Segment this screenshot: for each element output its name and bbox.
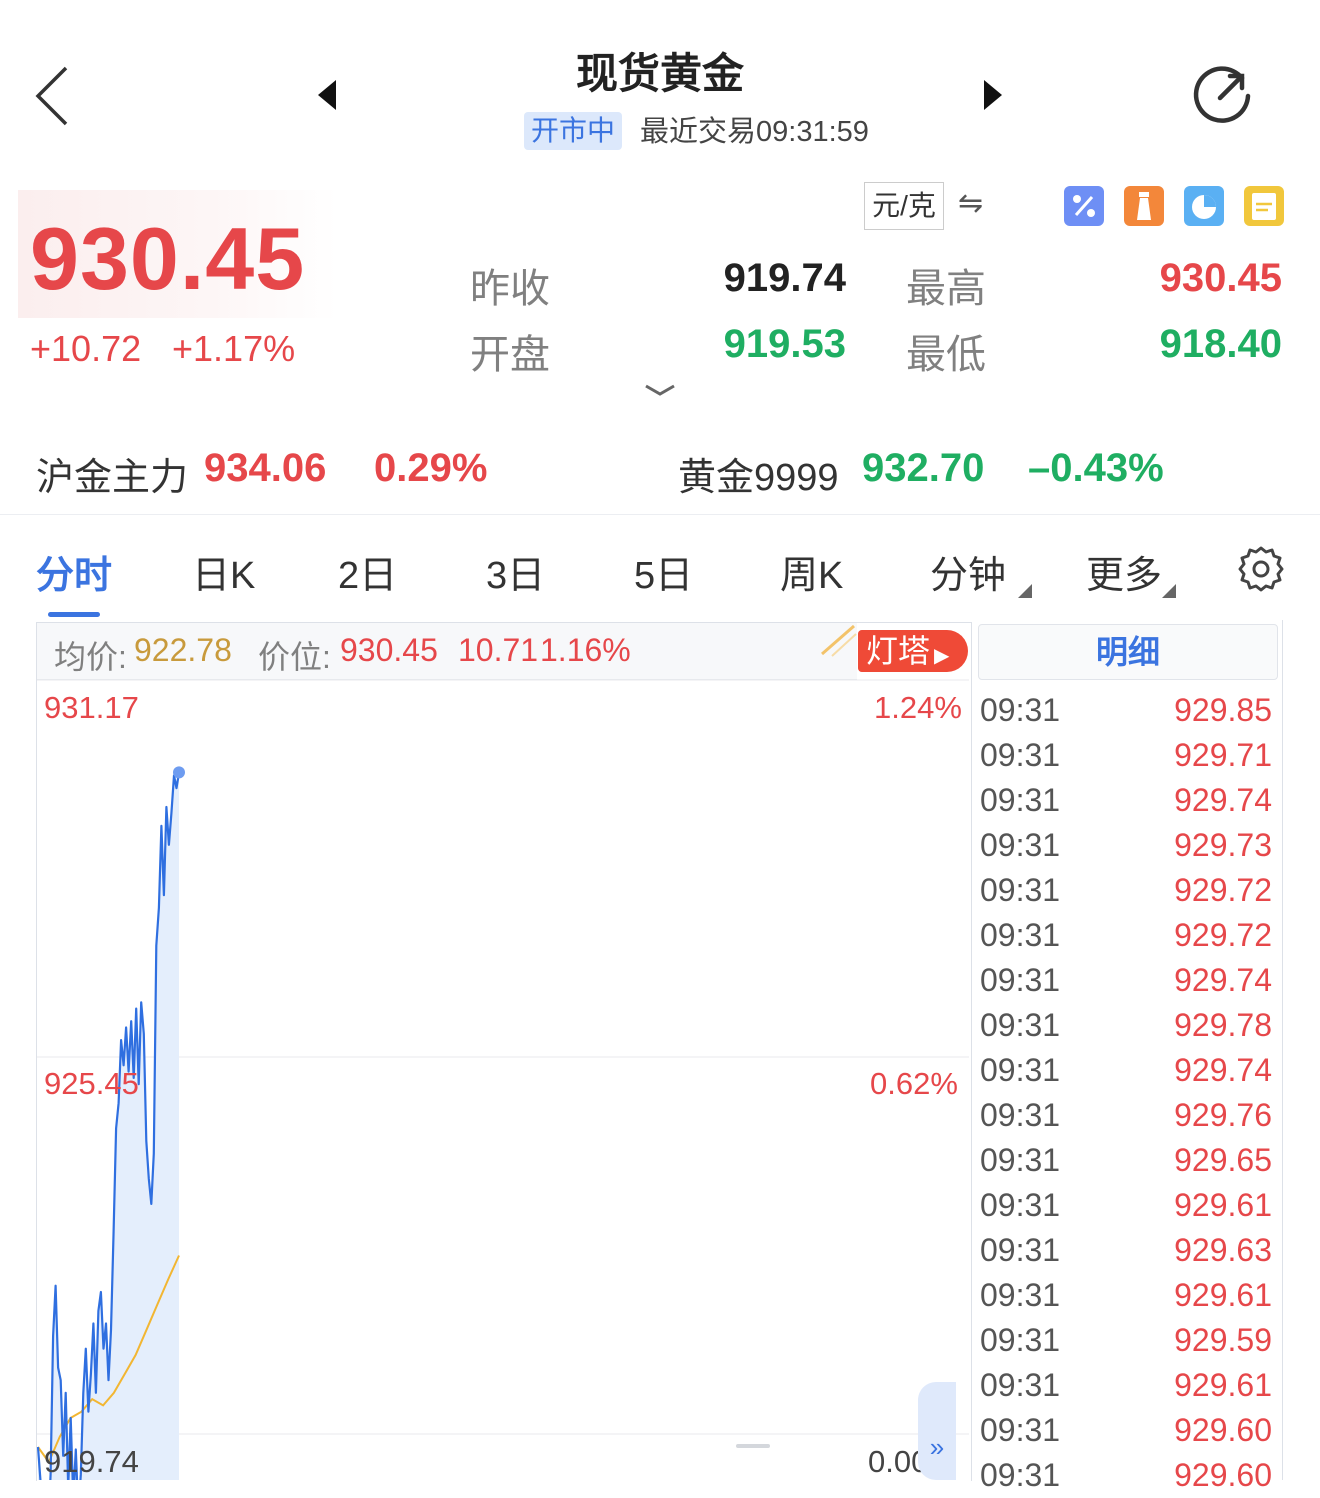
tick-price: 929.72	[1174, 917, 1272, 953]
tick-time: 09:31	[980, 782, 1061, 818]
list-item: 09:31 929.61	[980, 1183, 1272, 1228]
tick-price: 929.78	[1174, 1007, 1272, 1043]
tab-detail[interactable]: 明细	[978, 624, 1278, 680]
tick-time: 09:31	[980, 1097, 1061, 1133]
y-axis-mid-label: 925.45	[44, 1066, 139, 1101]
tick-time: 09:31	[980, 737, 1061, 773]
tick-price: 929.73	[1174, 827, 1272, 863]
tick-price: 929.85	[1174, 692, 1272, 728]
tick-price: 929.61	[1174, 1187, 1272, 1223]
tick-time: 09:31	[980, 1007, 1061, 1043]
tick-price: 929.72	[1174, 872, 1272, 908]
tick-time: 09:31	[980, 1412, 1061, 1448]
latest-price-point	[173, 766, 185, 779]
tick-price: 929.60	[1174, 1457, 1272, 1493]
tick-price: 929.60	[1174, 1412, 1272, 1448]
tick-time: 09:31	[980, 1367, 1061, 1403]
list-item: 09:31 929.73	[980, 823, 1272, 868]
tick-price: 929.71	[1174, 737, 1272, 773]
list-item: 09:31 929.71	[980, 733, 1272, 778]
list-item: 09:31 929.65	[980, 1138, 1272, 1183]
collapse-panel-button[interactable]: »	[918, 1382, 956, 1480]
list-item: 09:31 929.61	[980, 1363, 1272, 1408]
list-item: 09:31 929.74	[980, 778, 1272, 823]
list-item: 09:31 929.85	[980, 688, 1272, 733]
list-item: 09:31 929.72	[980, 913, 1272, 958]
tick-price: 929.74	[1174, 1052, 1272, 1088]
y-axis-top-label: 931.17	[44, 690, 139, 725]
tick-time: 09:31	[980, 1457, 1061, 1493]
chart-scroll-indicator[interactable]	[736, 1444, 770, 1448]
tick-time: 09:31	[980, 692, 1061, 728]
list-item: 09:31 929.61	[980, 1273, 1272, 1318]
tick-time: 09:31	[980, 827, 1061, 863]
tick-price: 929.61	[1174, 1277, 1272, 1313]
list-item: 09:31 929.74	[980, 1048, 1272, 1093]
tick-price: 929.61	[1174, 1367, 1272, 1403]
y-axis-bottom-label: 919.74	[44, 1444, 139, 1479]
list-item: 09:31 929.76	[980, 1093, 1272, 1138]
list-item: 09:31 929.63	[980, 1228, 1272, 1273]
tick-time: 09:31	[980, 1277, 1061, 1313]
tick-price: 929.63	[1174, 1232, 1272, 1268]
list-item: 09:31 929.78	[980, 1003, 1272, 1048]
pct-axis-mid-label: 0.62%	[870, 1066, 958, 1101]
tick-time: 09:31	[980, 1052, 1061, 1088]
pct-axis-top-label: 1.24%	[874, 690, 962, 725]
list-item: 09:31 929.72	[980, 868, 1272, 913]
list-item: 09:31 929.74	[980, 958, 1272, 1003]
list-item: 09:31 929.60	[980, 1408, 1272, 1453]
tick-price: 929.76	[1174, 1097, 1272, 1133]
list-item: 09:31 929.59	[980, 1318, 1272, 1363]
tick-time: 09:31	[980, 1322, 1061, 1358]
tick-time: 09:31	[980, 872, 1061, 908]
tick-price: 929.59	[1174, 1322, 1272, 1358]
list-item: 09:31 929.60	[980, 1453, 1272, 1498]
tick-time: 09:31	[980, 1232, 1061, 1268]
tick-time: 09:31	[980, 1187, 1061, 1223]
tick-price: 929.74	[1174, 782, 1272, 818]
tick-time: 09:31	[980, 962, 1061, 998]
trade-tick-list: 09:31 929.85 09:31 929.71 09:31 929.74 09:3…	[980, 688, 1272, 1498]
tick-time: 09:31	[980, 1142, 1061, 1178]
tick-price: 929.65	[1174, 1142, 1272, 1178]
tick-price: 929.74	[1174, 962, 1272, 998]
tick-time: 09:31	[980, 917, 1061, 953]
